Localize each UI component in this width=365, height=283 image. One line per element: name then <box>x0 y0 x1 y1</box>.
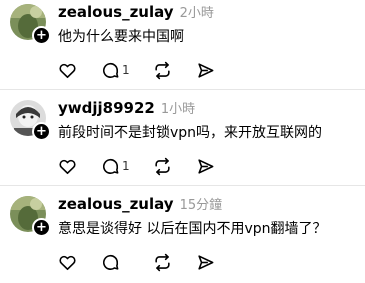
repost-icon <box>155 61 170 79</box>
comment-text: 他为什么要来中国啊 <box>58 29 184 45</box>
username[interactable]: ywdjj89922 <box>58 99 155 117</box>
repost-button[interactable] <box>153 156 172 176</box>
repost-button[interactable] <box>153 60 172 80</box>
heart-icon <box>59 255 76 270</box>
share-button[interactable] <box>196 252 215 272</box>
reply-count: 1 <box>122 63 130 77</box>
comment-item: + ywdjj89922 1小時 前段时间不是封锁vpn吗，来开放互联网的 1 <box>0 96 365 186</box>
timestamp: 15分鐘 <box>179 198 223 213</box>
avatar[interactable]: + <box>10 100 51 141</box>
heart-icon <box>59 63 76 78</box>
follow-plus-icon[interactable]: + <box>32 218 51 237</box>
comment-item: + zealous_zulay 15分鐘 意思是谈得好 以后在国内不用vpn翻墙了… <box>0 192 365 282</box>
reply-button[interactable]: 1 <box>101 156 130 176</box>
timestamp: 1小時 <box>160 102 196 117</box>
share-icon <box>198 254 214 270</box>
share-icon <box>198 62 214 78</box>
reply-count: 1 <box>122 159 130 173</box>
heart-icon <box>59 159 76 174</box>
reply-button[interactable] <box>101 252 122 272</box>
share-button[interactable] <box>196 156 215 176</box>
comment-icon <box>102 158 119 174</box>
like-button[interactable] <box>58 156 77 176</box>
repost-button[interactable] <box>153 252 172 272</box>
comment-text: 意思是谈得好 以后在国内不用vpn翻墙了？ <box>58 221 327 237</box>
avatar[interactable]: + <box>10 196 51 237</box>
username[interactable]: zealous_zulay <box>58 195 174 213</box>
comment-icon <box>102 62 119 78</box>
repost-icon <box>155 253 170 271</box>
username[interactable]: zealous_zulay <box>58 3 174 21</box>
reply-button[interactable]: 1 <box>101 60 130 80</box>
avatar[interactable]: + <box>10 4 51 45</box>
divider <box>0 185 365 186</box>
share-icon <box>198 158 214 174</box>
like-button[interactable] <box>58 252 77 272</box>
like-button[interactable] <box>58 60 77 80</box>
repost-icon <box>155 157 170 175</box>
share-button[interactable] <box>196 60 215 80</box>
follow-plus-icon[interactable]: + <box>32 122 51 141</box>
follow-plus-icon[interactable]: + <box>32 26 51 45</box>
comment-item: + zealous_zulay 2小時 他为什么要来中国啊 1 <box>0 0 365 90</box>
comment-text: 前段时间不是封锁vpn吗，来开放互联网的 <box>58 125 323 141</box>
comment-icon <box>102 254 119 270</box>
timestamp: 2小時 <box>179 6 214 21</box>
divider <box>0 89 365 90</box>
